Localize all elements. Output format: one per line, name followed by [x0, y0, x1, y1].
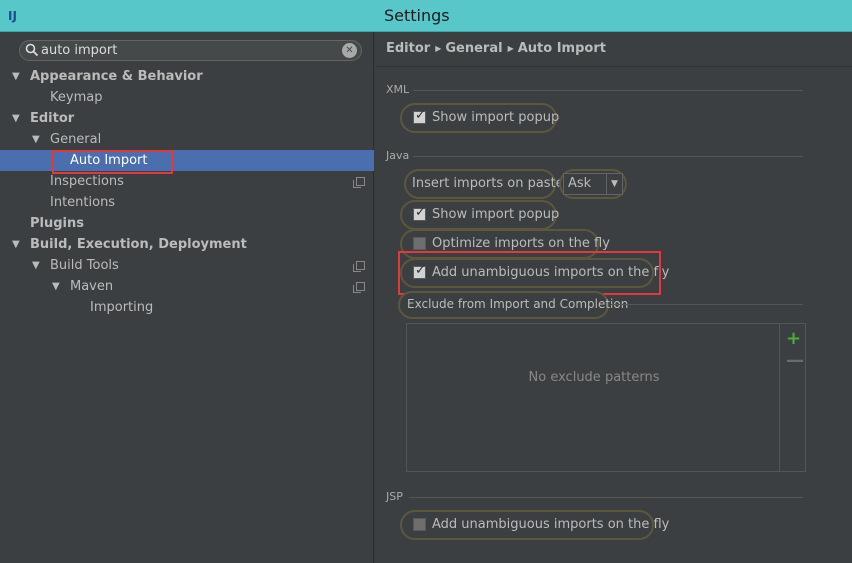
xml-show-import-popup-option[interactable]: ✓ Show import popup [400, 103, 560, 133]
add-icon[interactable]: + [786, 328, 801, 349]
highlight-auto-import [52, 150, 173, 174]
settings-tree: ▼ Appearance & Behavior Keymap ▼ Editor ▼ Gene… [0, 66, 374, 318]
breadcrumb: Editor ▶ General ▶ Auto Import [375, 32, 852, 67]
tree-item-label: Keymap [50, 90, 103, 105]
check-icon: ✓ [415, 108, 426, 123]
search-input[interactable]: auto import [41, 43, 117, 58]
expand-arrow-icon[interactable]: ▼ [32, 255, 40, 276]
title-bar: IJ Settings [0, 0, 852, 32]
tree-item-label: Appearance & Behavior [30, 69, 203, 84]
highlight-add-unambiguous [398, 251, 661, 295]
tree-item[interactable]: ▼ Build, Execution, Deployment [0, 234, 374, 255]
tree-item-label: Maven [70, 279, 114, 294]
clear-search-icon[interactable]: ✕ [342, 43, 357, 58]
java-show-import-popup-label: Show import popup [432, 207, 560, 222]
tree-item[interactable]: ▼ Editor [0, 108, 374, 129]
breadcrumb-general: General [445, 41, 503, 56]
project-settings-icon [353, 261, 365, 272]
settings-tree-panel: auto import ✕ ▼ Appearance & Behavior Keym… [0, 32, 374, 563]
tree-item[interactable]: ▼ Build Tools [0, 255, 374, 276]
tree-item-label: Inspections [50, 174, 124, 189]
tree-item[interactable]: ▼ Maven [0, 276, 374, 297]
breadcrumb-editor: Editor [386, 41, 431, 56]
remove-icon[interactable]: — [786, 350, 804, 371]
jsp-divider [409, 497, 803, 498]
chevron-down-icon[interactable]: ▼ [606, 174, 622, 194]
tree-item-label: Intentions [50, 195, 116, 210]
insert-imports-on-paste-select[interactable]: Ask ▼ [563, 173, 623, 195]
jsp-add-unambiguous-checkbox[interactable] [413, 518, 426, 531]
tree-item[interactable]: Importing [0, 297, 374, 318]
java-divider [413, 156, 803, 157]
breadcrumb-separator-icon: ▶ [507, 44, 514, 53]
insert-imports-select-value: Ask [568, 176, 592, 191]
tree-item[interactable]: ▼ Appearance & Behavior [0, 66, 374, 87]
jsp-section-title: JSP [386, 490, 403, 503]
breadcrumb-auto-import: Auto Import [517, 41, 606, 56]
optimize-imports-checkbox[interactable] [413, 237, 426, 250]
tree-item[interactable]: Inspections [0, 171, 374, 192]
tree-item[interactable]: ▼ General [0, 129, 374, 150]
jsp-add-unambiguous-option[interactable]: Add unambiguous imports on the fly [400, 510, 669, 540]
expand-arrow-icon[interactable]: ▼ [12, 66, 20, 87]
patterns-toolbar: + — [779, 324, 805, 471]
expand-arrow-icon[interactable]: ▼ [12, 234, 20, 255]
optimize-imports-label: Optimize imports on the fly [432, 236, 610, 251]
java-section-title: Java [386, 149, 410, 162]
settings-content: Editor ▶ General ▶ Auto Import XML ✓ Show im… [375, 32, 852, 563]
breadcrumb-separator-icon: ▶ [435, 44, 442, 53]
expand-arrow-icon[interactable]: ▼ [52, 276, 60, 297]
xml-show-import-popup-label: Show import popup [432, 110, 560, 125]
project-settings-icon [353, 177, 365, 188]
exclude-label: Exclude from Import and Completion [407, 297, 629, 311]
tree-item[interactable]: Plugins [0, 213, 374, 234]
xml-show-import-popup-checkbox[interactable]: ✓ [413, 108, 426, 124]
empty-patterns-text: No exclude patterns [528, 370, 660, 385]
xml-section-title: XML [386, 83, 410, 96]
search-field[interactable]: auto import ✕ [19, 40, 362, 61]
tree-item-label: Editor [30, 111, 75, 126]
java-show-import-popup-option[interactable]: ✓ Show import popup [400, 200, 560, 230]
tree-item-label: Importing [90, 300, 154, 315]
java-show-import-popup-checkbox[interactable]: ✓ [413, 205, 426, 221]
tree-item-label: General [50, 132, 102, 147]
tree-item-label: Plugins [30, 216, 84, 231]
tree-item-label: Build, Execution, Deployment [30, 237, 247, 252]
jsp-add-unambiguous-label: Add unambiguous imports on the fly [432, 517, 670, 532]
exclude-divider [611, 304, 803, 305]
project-settings-icon [353, 282, 365, 293]
expand-arrow-icon[interactable]: ▼ [32, 129, 40, 150]
check-icon: ✓ [415, 205, 426, 220]
xml-divider [413, 90, 803, 91]
insert-imports-on-paste-option: Insert imports on paste: [404, 169, 568, 199]
search-icon [25, 43, 39, 57]
tree-item-label: Build Tools [50, 258, 119, 273]
tree-item[interactable]: Keymap [0, 87, 374, 108]
exclude-patterns-list[interactable]: No exclude patterns + — [406, 323, 806, 472]
insert-imports-on-paste-label: Insert imports on paste: [412, 176, 569, 191]
window-title: Settings [384, 6, 450, 25]
tree-item[interactable]: Intentions [0, 192, 374, 213]
expand-arrow-icon[interactable]: ▼ [12, 108, 20, 129]
exclude-section-title: Exclude from Import and Completion [398, 291, 628, 319]
